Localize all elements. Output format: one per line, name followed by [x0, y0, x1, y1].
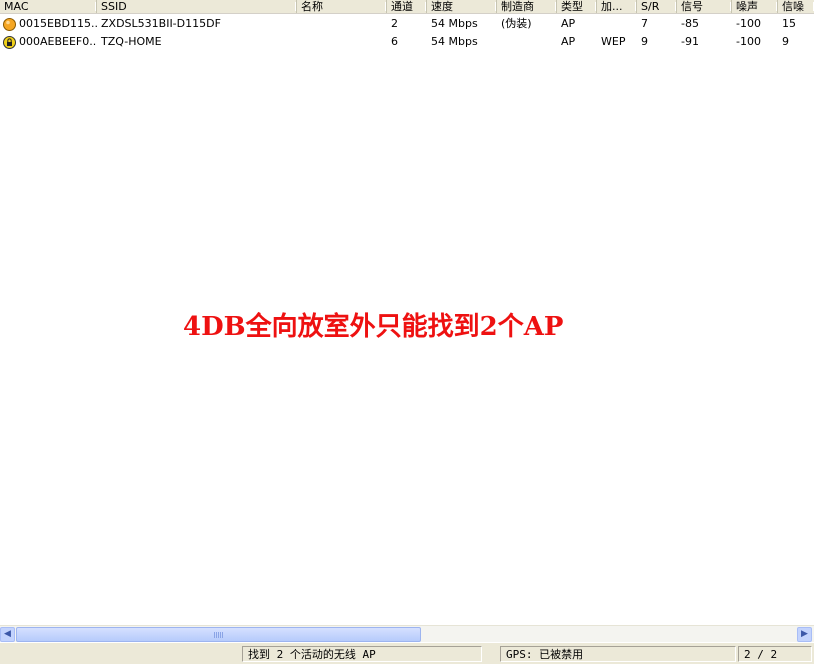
status-page-count: 2 / 2	[738, 646, 812, 662]
table-row[interactable]: 000AEBEEF0... TZQ-HOME 6 54 Mbps AP WEP …	[0, 33, 814, 51]
grip-icon	[214, 632, 224, 638]
column-header-encryption[interactable]: 加...	[597, 0, 637, 13]
cell-ssid: ZXDSL531BII-D115DF	[101, 17, 221, 30]
column-header-name[interactable]: 名称	[297, 0, 387, 13]
column-header-bar: MAC SSID 名称 通道 速度 制造商 类型 加... S/R 信号 噪声 …	[0, 0, 814, 14]
cell-channel: 6	[391, 35, 398, 48]
column-header-channel[interactable]: 通道	[387, 0, 427, 13]
column-header-mac[interactable]: MAC	[0, 0, 97, 13]
wireless-ap-scanner-window: MAC SSID 名称 通道 速度 制造商 类型 加... S/R 信号 噪声 …	[0, 0, 814, 664]
cell-ssid: TZQ-HOME	[101, 35, 162, 48]
cell-speed: 54 Mbps	[431, 35, 478, 48]
cell-noise: -100	[736, 17, 761, 30]
status-found-count: 找到 2 个活动的无线 AP	[242, 646, 482, 662]
table-row[interactable]: 0015EBD115... ZXDSL531BII-D115DF 2 54 Mb…	[0, 15, 814, 33]
cell-snr: 15	[782, 17, 796, 30]
column-header-snr[interactable]: 信噪	[778, 0, 814, 13]
scrollbar-thumb[interactable]	[16, 627, 421, 642]
column-header-speed[interactable]: 速度	[427, 0, 497, 13]
column-header-vendor[interactable]: 制造商	[497, 0, 557, 13]
status-bar: 找到 2 个活动的无线 AP GPS: 已被禁用 2 / 2	[0, 642, 814, 664]
cell-sr: 9	[641, 35, 648, 48]
cell-sr: 7	[641, 17, 648, 30]
overlay-annotation-text: 4DB全向放室外只能找到2个AP	[183, 312, 564, 342]
horizontal-scrollbar[interactable]: ◀ ▶	[0, 625, 814, 642]
status-pane-blank	[0, 646, 240, 662]
column-header-noise[interactable]: 噪声	[732, 0, 778, 13]
column-header-type[interactable]: 类型	[557, 0, 597, 13]
cell-type: AP	[561, 35, 576, 48]
cell-snr: 9	[782, 35, 789, 48]
cell-noise: -100	[736, 35, 761, 48]
cell-signal: -85	[681, 17, 699, 30]
cell-signal: -91	[681, 35, 699, 48]
cell-type: AP	[561, 17, 576, 30]
cell-name	[297, 33, 387, 51]
column-header-sr[interactable]: S/R	[637, 0, 677, 13]
cell-mac: 0015EBD115...	[19, 17, 97, 30]
column-header-signal[interactable]: 信号	[677, 0, 732, 13]
cell-vendor: (伪装)	[501, 17, 532, 30]
cell-name	[297, 15, 387, 33]
cell-channel: 2	[391, 17, 398, 30]
status-gps: GPS: 已被禁用	[500, 646, 736, 662]
cell-speed: 54 Mbps	[431, 17, 478, 30]
column-header-ssid[interactable]: SSID	[97, 0, 297, 13]
scroll-left-arrow-icon[interactable]: ◀	[0, 627, 15, 642]
scroll-right-arrow-icon[interactable]: ▶	[797, 627, 812, 642]
cell-mac: 000AEBEEF0...	[19, 35, 97, 48]
cell-vendor	[497, 33, 557, 51]
cell-encryption: WEP	[601, 35, 626, 48]
cell-encryption	[597, 15, 637, 33]
